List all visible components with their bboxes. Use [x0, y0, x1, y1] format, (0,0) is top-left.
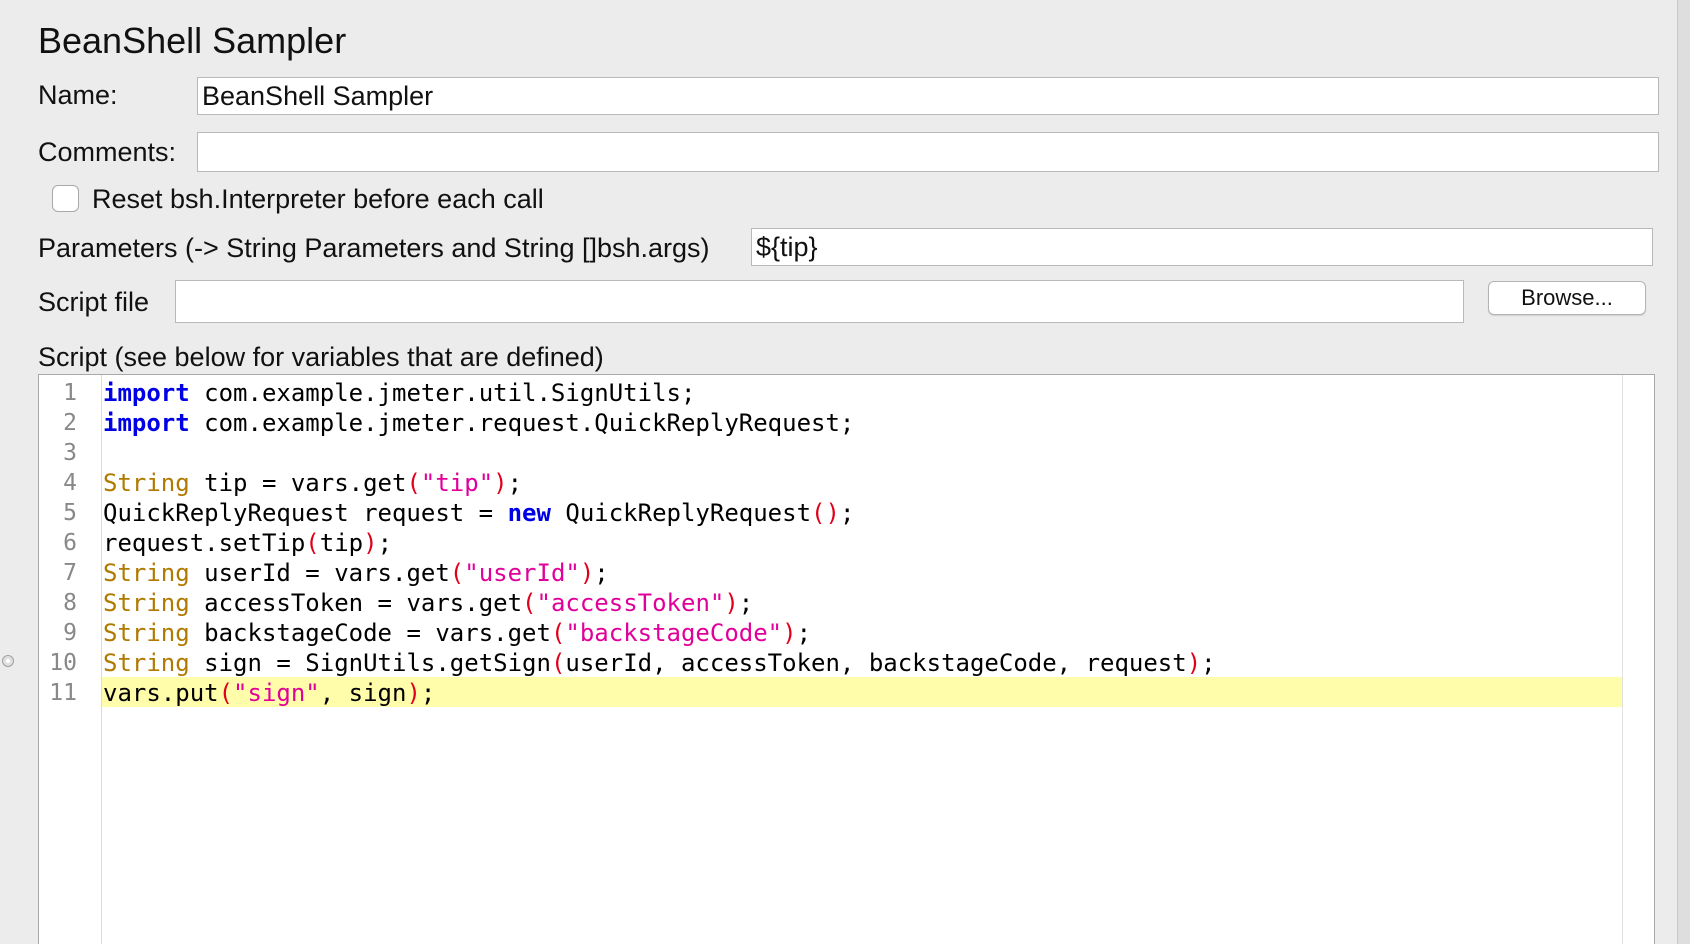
code-line: String tip = vars.get("tip"); [103, 469, 523, 497]
line-number: 1 [63, 380, 77, 406]
parameters-label: Parameters (-> String Parameters and Str… [38, 233, 710, 263]
page-title: BeanShell Sampler [38, 20, 347, 61]
parameters-input[interactable] [751, 228, 1653, 266]
line-number: 7 [63, 560, 77, 586]
script-file-input[interactable] [175, 280, 1464, 323]
line-number: 4 [63, 470, 77, 496]
code-line: String backstageCode = vars.get("backsta… [103, 619, 812, 647]
line-number: 5 [63, 500, 77, 526]
line-number: 2 [63, 410, 77, 436]
comments-input[interactable] [197, 132, 1659, 172]
beanshell-sampler-panel: BeanShell Sampler Name: Comments: Reset … [0, 0, 1677, 944]
code-line: request.setTip(tip); [103, 529, 393, 557]
line-number: 10 [49, 650, 77, 676]
code-line: String userId = vars.get("userId"); [103, 559, 609, 587]
fold-marker-icon[interactable] [2, 655, 14, 667]
code-line: String sign = SignUtils.getSign(userId, … [103, 649, 1216, 677]
script-label: Script (see below for variables that are… [38, 342, 604, 372]
line-number: 6 [63, 530, 77, 556]
reset-interpreter-label: Reset bsh.Interpreter before each call [92, 184, 544, 214]
code-line: import com.example.jmeter.util.SignUtils… [103, 379, 696, 407]
line-number: 9 [63, 620, 77, 646]
line-number: 3 [63, 440, 77, 466]
script-editor[interactable]: 1 2 3 4 5 6 7 8 9 10 11 import com.examp… [38, 374, 1655, 944]
editor-vertical-scrollbar[interactable] [1622, 375, 1654, 944]
code-line: import com.example.jmeter.request.QuickR… [103, 409, 855, 437]
line-number: 8 [63, 590, 77, 616]
code-line: String accessToken = vars.get("accessTok… [103, 589, 754, 617]
reset-interpreter-checkbox[interactable] [52, 185, 79, 212]
code-line: QuickReplyRequest request = new QuickRep… [103, 499, 855, 527]
script-file-label: Script file [38, 287, 150, 317]
name-label: Name: [38, 80, 118, 110]
line-number: 11 [49, 680, 77, 706]
name-input[interactable] [197, 77, 1659, 115]
browse-button[interactable]: Browse... [1488, 281, 1646, 315]
comments-label: Comments: [38, 137, 177, 167]
window-edge-divider [1677, 0, 1690, 944]
code-line: vars.put("sign", sign); [103, 679, 436, 707]
